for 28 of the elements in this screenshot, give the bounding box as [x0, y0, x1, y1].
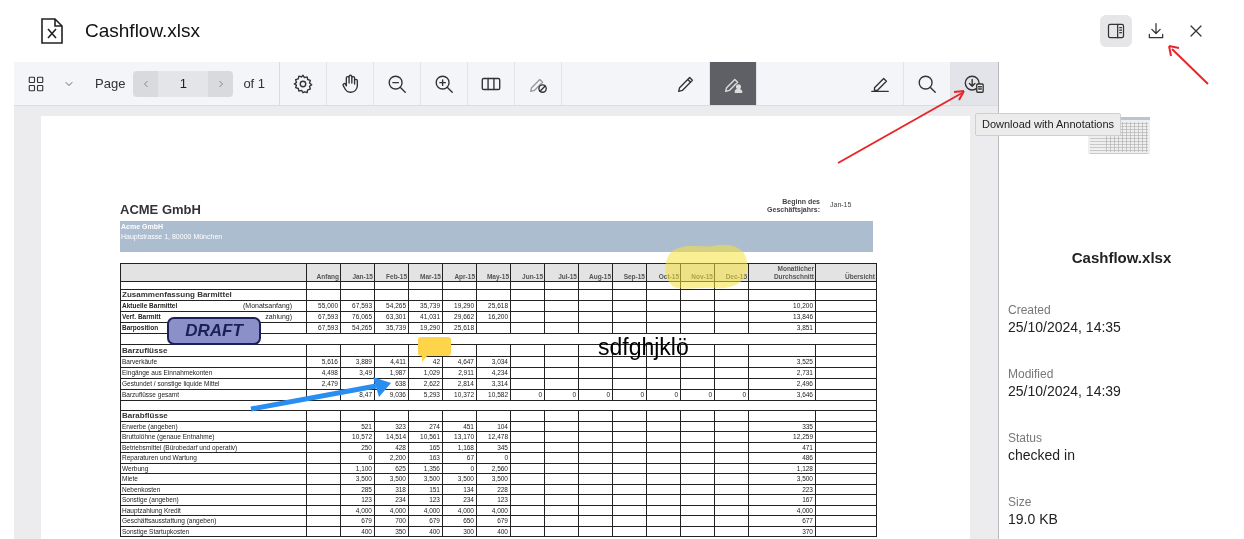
- pointer-arrow: [1168, 45, 1209, 85]
- sidebar-toggle-button[interactable]: [1100, 15, 1132, 47]
- draft-stamp[interactable]: DRAFT: [167, 317, 261, 345]
- grid-icon: [27, 74, 45, 93]
- gear-icon: [292, 72, 315, 95]
- tool-button[interactable]: [951, 62, 998, 105]
- file-name: Cashflow.xlsx: [1070, 248, 1173, 268]
- field-label: Created: [1008, 302, 1051, 318]
- field-label: Size: [1008, 494, 1032, 510]
- page-total-label: of 1: [243, 74, 266, 93]
- tool-button[interactable]: [709, 62, 757, 105]
- field-value: checked in: [1008, 445, 1075, 464]
- tooltip: Download with Annotations: [975, 113, 1122, 136]
- comment-note-icon[interactable]: [418, 337, 451, 362]
- field-value: 25/10/2024, 14:35: [1008, 317, 1121, 336]
- field-label: Modified: [1008, 366, 1054, 382]
- field-value: 19.0 KB: [1008, 509, 1058, 528]
- company-name: ACME GmbH: [120, 203, 201, 216]
- window-title: Cashflow.xlsx: [85, 18, 201, 43]
- field-value: 25/10/2024, 14:39: [1008, 381, 1121, 400]
- page-number-field[interactable]: 1: [158, 70, 209, 97]
- download-icon: [1146, 21, 1166, 41]
- page-label: Page: [95, 74, 126, 93]
- spreadsheet-file-icon: [40, 17, 64, 45]
- sidebar-icon: [1106, 21, 1126, 41]
- section-title: Barabflüsse: [120, 410, 307, 422]
- section-title: Zusammenfassung Barmittel: [120, 289, 307, 301]
- field-label: Status: [1008, 430, 1043, 446]
